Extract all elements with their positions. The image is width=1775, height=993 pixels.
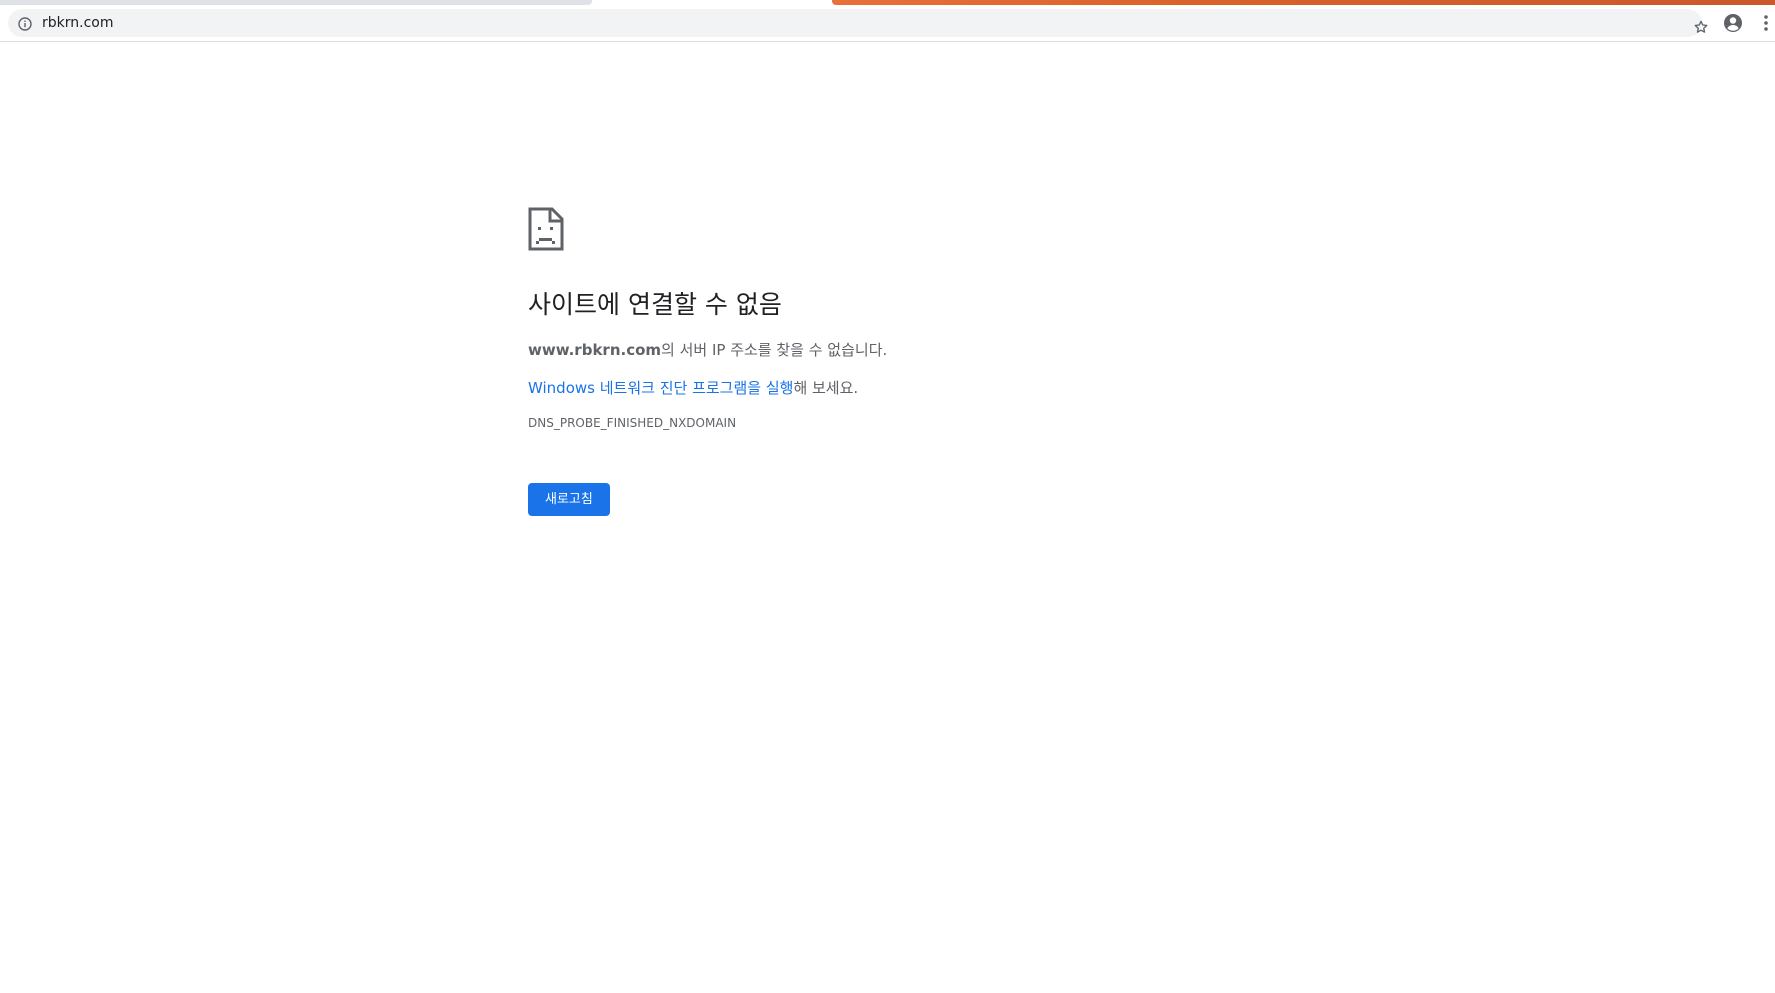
error-host-suffix: 의 서버 IP 주소를 찾을 수 없습니다.: [661, 341, 888, 359]
error-host: www.rbkrn.com: [528, 341, 662, 359]
error-page: 사이트에 연결할 수 없음 www.rbkrn.com의 서버 IP 주소를 찾…: [528, 207, 1248, 516]
profile-icon[interactable]: [1722, 12, 1744, 34]
menu-icon[interactable]: [1757, 13, 1775, 33]
browser-toolbar: rbkrn.com: [0, 5, 1775, 42]
sad-page-icon: [528, 207, 1248, 251]
reload-button[interactable]: 새로고침: [528, 483, 610, 516]
info-icon[interactable]: [18, 16, 32, 31]
error-code: DNS_PROBE_FINISHED_NXDOMAIN: [528, 416, 737, 430]
error-suggestion: Windows 네트워크 진단 프로그램을 실행해 보세요.: [528, 377, 1248, 399]
url-text[interactable]: rbkrn.com: [42, 14, 113, 32]
star-icon[interactable]: [1690, 16, 1712, 38]
network-diagnostics-link[interactable]: Windows 네트워크 진단 프로그램을 실행: [528, 379, 793, 397]
suggestion-suffix: 해 보세요.: [793, 379, 859, 397]
error-description: www.rbkrn.com의 서버 IP 주소를 찾을 수 없습니다.: [528, 339, 1248, 361]
address-bar[interactable]: rbkrn.com: [8, 9, 1708, 37]
error-title: 사이트에 연결할 수 없음: [528, 290, 782, 319]
